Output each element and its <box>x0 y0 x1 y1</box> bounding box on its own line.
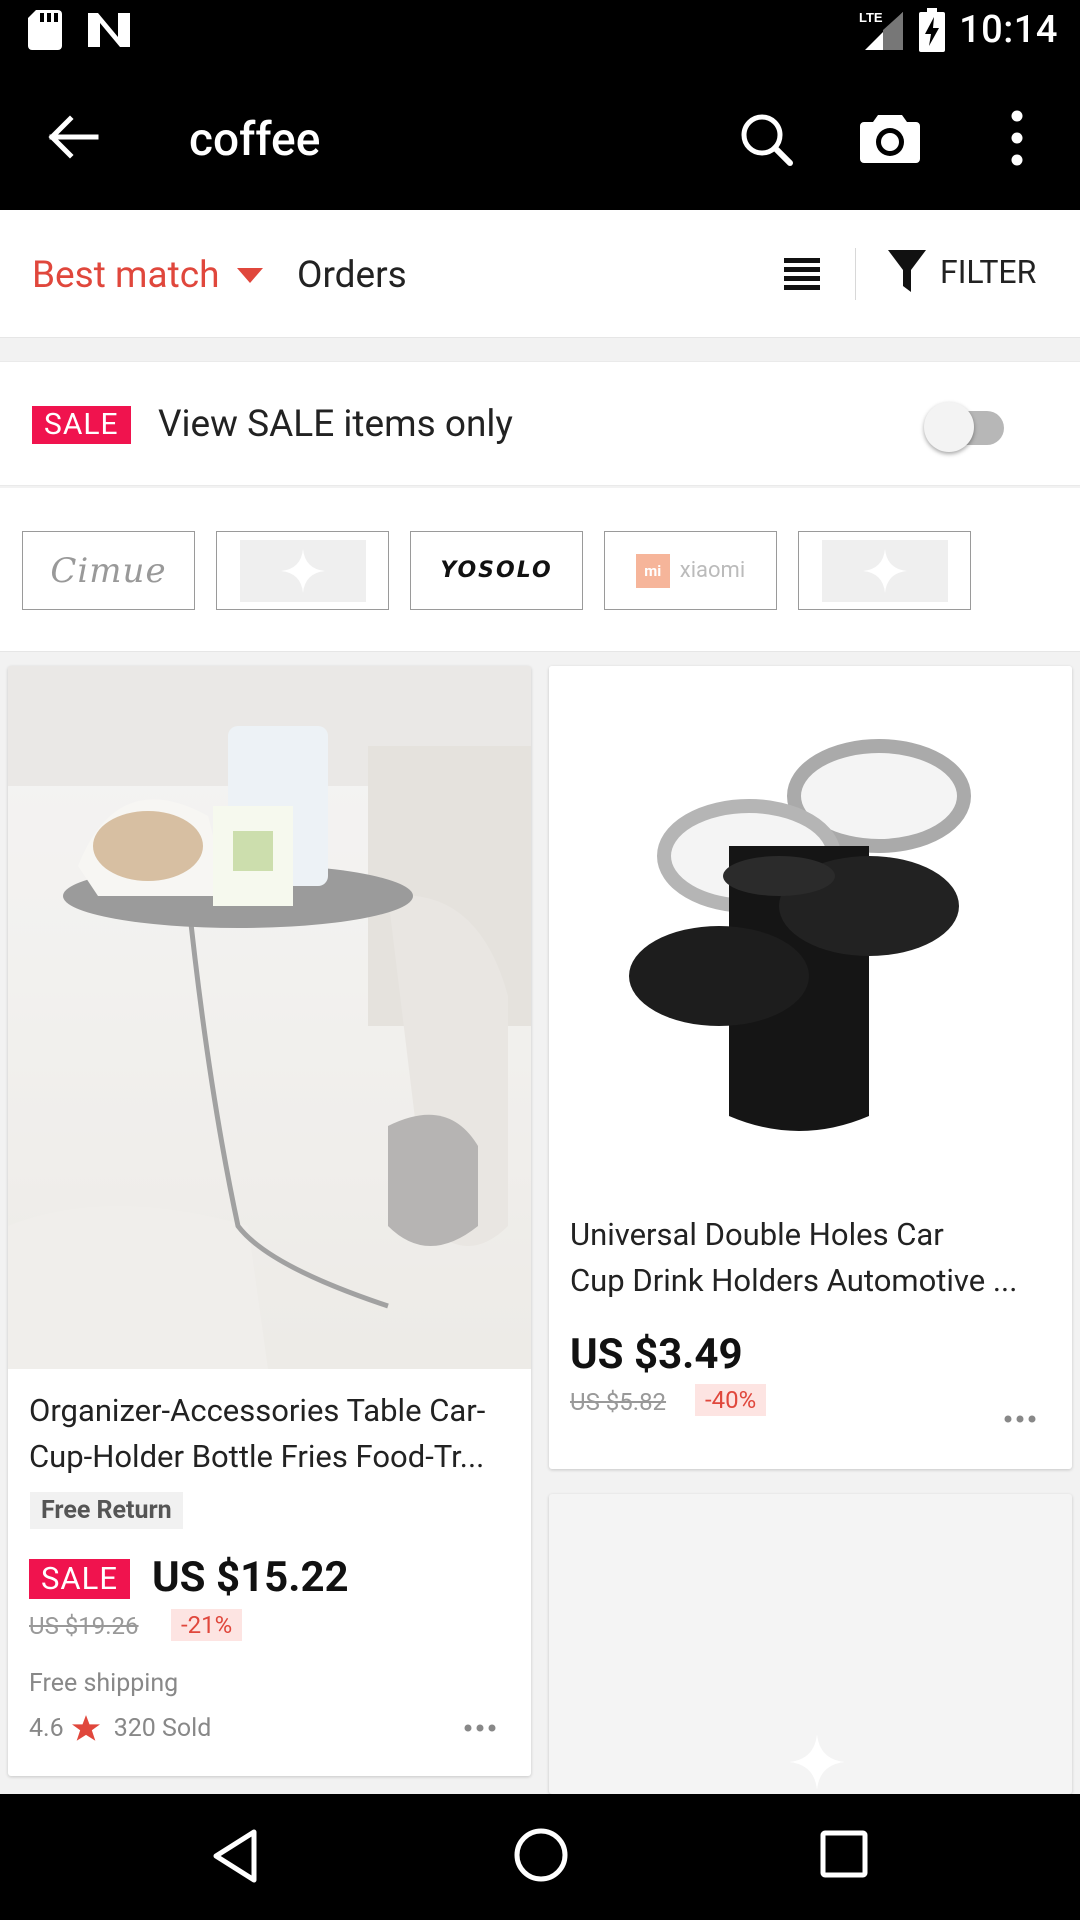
sort-bar: Best match Orders FILTER <box>0 210 1080 338</box>
product-card[interactable]: Universal Double Holes Car Cup Drink Hol… <box>549 666 1072 1469</box>
discount-badge: -21% <box>171 1609 243 1641</box>
original-price: US $19.26 <box>29 1612 139 1640</box>
brand-name: YOSOLO <box>440 558 553 583</box>
sparkle-icon <box>789 1734 845 1790</box>
product-image <box>549 666 1072 1176</box>
star-icon <box>71 1715 100 1741</box>
image-placeholder <box>821 539 948 602</box>
rating-value: 4.6 <box>29 1714 64 1743</box>
home-circle-icon[interactable] <box>513 1827 569 1883</box>
brand-logo-placeholder[interactable] <box>798 531 971 610</box>
original-price: US $5.82 <box>570 1388 667 1416</box>
shipping-info: Free shipping <box>29 1669 179 1698</box>
image-placeholder <box>239 539 366 602</box>
rating-row: 4.6 320 Sold <box>29 1714 211 1743</box>
sparkle-icon <box>862 548 907 593</box>
more-options-icon[interactable] <box>997 108 1037 168</box>
status-bar: LTE 10:14 <box>0 0 1080 63</box>
brand-strip: Cimue YOSOLO mi xiaomi <box>0 488 1080 652</box>
sale-badge: SALE <box>29 1559 130 1599</box>
product-title-line: Universal Double Holes Car <box>570 1216 944 1253</box>
brand-logo-xiaomi[interactable]: mi xiaomi <box>604 531 777 610</box>
app-bar: coffee <box>0 63 1080 210</box>
product-price: US $15.22 <box>152 1553 349 1602</box>
back-triangle-icon[interactable] <box>210 1828 260 1884</box>
product-title: Universal Double Holes Car Cup Drink Hol… <box>570 1212 1017 1304</box>
brand-logo-placeholder[interactable] <box>216 531 389 610</box>
camera-icon[interactable] <box>860 109 920 165</box>
sparkle-icon <box>280 548 325 593</box>
sold-count: 320 Sold <box>113 1714 212 1743</box>
brand-logo-yosolo[interactable]: YOSOLO <box>410 531 583 610</box>
system-navigation-bar <box>0 1794 1080 1920</box>
sale-only-toggle[interactable] <box>924 402 1008 452</box>
recents-square-icon[interactable] <box>820 1830 868 1878</box>
product-title-line: Cup-Holder Bottle Fries Food-Tr... <box>29 1438 485 1475</box>
sale-badge: SALE <box>32 406 131 444</box>
product-card-placeholder[interactable] <box>549 1494 1072 1794</box>
sd-card-icon <box>28 10 62 50</box>
search-query-text[interactable]: coffee <box>189 113 320 167</box>
filter-funnel-icon <box>888 250 926 292</box>
network-type-label: LTE <box>859 10 883 25</box>
filter-button[interactable]: FILTER <box>888 250 1036 294</box>
battery-charging-icon <box>919 8 946 52</box>
back-arrow-icon[interactable] <box>44 109 100 165</box>
sale-filter-label: View SALE items only <box>158 403 513 446</box>
xiaomi-mi-logo: mi <box>635 553 670 588</box>
product-image <box>8 666 531 1369</box>
status-time: 10:14 <box>959 8 1058 52</box>
brand-name: xiaomi <box>679 558 746 583</box>
divider <box>855 248 856 300</box>
free-return-tag: Free Return <box>30 1492 183 1529</box>
filter-label: FILTER <box>940 253 1037 291</box>
discount-badge: -40% <box>695 1384 767 1416</box>
product-card[interactable]: Organizer-Accessories Table Car- Cup-Hol… <box>8 666 531 1776</box>
dropdown-triangle-icon <box>237 267 264 283</box>
notification-n-icon <box>88 13 130 47</box>
cup-holder-photo <box>629 739 971 1131</box>
list-view-icon[interactable] <box>784 256 820 292</box>
more-dots-icon[interactable] <box>464 1724 496 1732</box>
orders-sort[interactable]: Orders <box>297 254 407 297</box>
best-match-label: Best match <box>32 254 220 297</box>
search-icon[interactable] <box>738 111 794 167</box>
product-title-line: Organizer-Accessories Table Car- <box>29 1392 486 1429</box>
more-dots-icon[interactable] <box>1004 1415 1036 1423</box>
sale-filter-row: SALE View SALE items only <box>0 361 1080 486</box>
product-title: Organizer-Accessories Table Car- Cup-Hol… <box>29 1388 485 1480</box>
brand-name: Cimue <box>50 550 167 591</box>
image-overlay <box>8 666 531 1369</box>
product-price: US $3.49 <box>570 1330 743 1379</box>
toggle-knob <box>924 402 974 452</box>
lte-signal-icon: LTE <box>859 10 904 50</box>
best-match-sort[interactable]: Best match <box>32 254 264 297</box>
product-title-line: Cup Drink Holders Automotive ... <box>570 1262 1018 1299</box>
brand-logo-cimue[interactable]: Cimue <box>22 531 195 610</box>
